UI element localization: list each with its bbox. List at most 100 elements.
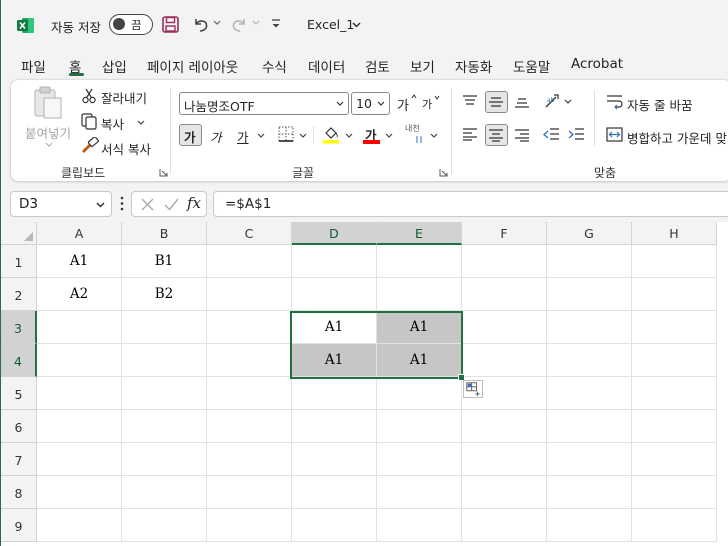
cell-g1[interactable] [547,245,632,278]
align-middle-icon[interactable] [488,95,504,109]
cell-b2[interactable]: B2 [122,278,207,311]
dialog-launcher-icon[interactable] [439,168,448,177]
tab-automate[interactable]: 자동화 [455,56,492,76]
font-color-dropdown-chevron-icon[interactable] [385,133,393,139]
paste-button[interactable]: 붙여넣기 [25,123,71,142]
copy-dropdown-chevron-icon[interactable] [137,120,145,126]
cell-g2[interactable] [547,278,632,311]
cell-d2[interactable] [292,278,377,311]
cell-b7[interactable] [122,443,207,476]
column-header-f[interactable]: F [462,222,547,245]
cell-e4[interactable]: A1 [377,344,462,377]
underline-dropdown-chevron-icon[interactable] [257,133,265,139]
font-size-select[interactable]: 10 [351,92,390,115]
cell-h7[interactable] [632,443,717,476]
dialog-launcher-icon[interactable] [159,168,168,177]
undo-icon[interactable] [191,15,211,35]
cell-f8[interactable] [462,476,547,509]
cell-c3[interactable] [207,311,292,344]
bold-button[interactable]: 가 [184,127,196,146]
cell-f9[interactable] [462,509,547,542]
decrease-indent-icon[interactable] [543,127,560,142]
cell-c9[interactable] [207,509,292,542]
cell-e1[interactable] [377,245,462,278]
cell-h6[interactable] [632,410,717,443]
cell-g7[interactable] [547,443,632,476]
cell-a1[interactable]: A1 [37,245,122,278]
row-header-9[interactable]: 9 [1,509,37,542]
name-box[interactable]: D3 [10,191,112,217]
cell-d8[interactable] [292,476,377,509]
cell-c7[interactable] [207,443,292,476]
cell-d9[interactable] [292,509,377,542]
cell-g6[interactable] [547,410,632,443]
column-header-e[interactable]: E [377,222,462,245]
formula-input[interactable]: =$A$1 [213,191,728,217]
cell-b8[interactable] [122,476,207,509]
cell-f1[interactable] [462,245,547,278]
cell-e6[interactable] [377,410,462,443]
cell-b9[interactable] [122,509,207,542]
underline-button[interactable]: 가 [237,127,249,146]
shrink-font-button[interactable]: 가 [422,96,432,112]
cell-b1[interactable]: B1 [122,245,207,278]
cell-d1[interactable] [292,245,377,278]
cell-c4[interactable] [207,344,292,377]
align-bottom-icon[interactable] [514,95,530,109]
cell-a4[interactable] [37,344,122,377]
format-painter-button[interactable]: 서식 복사 [101,139,151,158]
column-header-b[interactable]: B [122,222,207,245]
cell-b6[interactable] [122,410,207,443]
row-header-4[interactable]: 4 [1,344,37,377]
cell-e5[interactable] [377,377,462,410]
cell-a5[interactable] [37,377,122,410]
autosave-toggle[interactable]: 끔 [109,14,153,35]
copy-button[interactable]: 복사 [101,114,124,133]
cell-d6[interactable] [292,410,377,443]
paste-dropdown-chevron-icon[interactable] [45,142,53,148]
tab-file[interactable]: 파일 [21,56,46,76]
merge-center-icon[interactable] [606,127,623,142]
cell-c5[interactable] [207,377,292,410]
cell-b5[interactable] [122,377,207,410]
tab-page-layout[interactable]: 페이지 레이아웃 [147,56,238,76]
row-header-8[interactable]: 8 [1,476,37,509]
insert-function-button[interactable]: fx [187,194,201,212]
cell-g5[interactable] [547,377,632,410]
cell-a2[interactable]: A2 [37,278,122,311]
cell-b4[interactable] [122,344,207,377]
tab-review[interactable]: 검토 [365,56,390,76]
column-header-d[interactable]: D [292,222,377,245]
tab-data[interactable]: 데이터 [308,56,345,76]
chevron-down-icon[interactable] [96,202,105,208]
row-header-2[interactable]: 2 [1,278,37,311]
merge-center-button[interactable]: 병합하고 가운데 맞 [627,128,727,147]
cell-d3[interactable]: A1 [292,311,377,344]
align-right-icon[interactable] [514,128,530,142]
cut-button[interactable]: 잘라내기 [101,88,147,107]
align-center-icon[interactable] [488,128,504,142]
cell-c1[interactable] [207,245,292,278]
fill-color-icon[interactable] [322,124,340,144]
cancel-icon[interactable] [141,198,154,211]
row-header-6[interactable]: 6 [1,410,37,443]
cell-e2[interactable] [377,278,462,311]
cell-e8[interactable] [377,476,462,509]
cell-a8[interactable] [37,476,122,509]
cell-h9[interactable] [632,509,717,542]
cell-g4[interactable] [547,344,632,377]
cell-h3[interactable] [632,311,717,344]
cell-f3[interactable] [462,311,547,344]
borders-dropdown-chevron-icon[interactable] [299,133,307,139]
customize-toolbar-icon[interactable] [271,18,281,30]
column-header-c[interactable]: C [207,222,292,245]
tab-view[interactable]: 보기 [410,56,435,76]
tab-acrobat[interactable]: Acrobat [571,56,623,72]
cell-a9[interactable] [37,509,122,542]
cell-d4[interactable]: A1 [292,344,377,377]
wrap-text-icon[interactable] [606,93,624,110]
cell-h8[interactable] [632,476,717,509]
cell-f7[interactable] [462,443,547,476]
phonetic-guide-button[interactable]: 내천 [405,123,420,134]
cell-g3[interactable] [547,311,632,344]
